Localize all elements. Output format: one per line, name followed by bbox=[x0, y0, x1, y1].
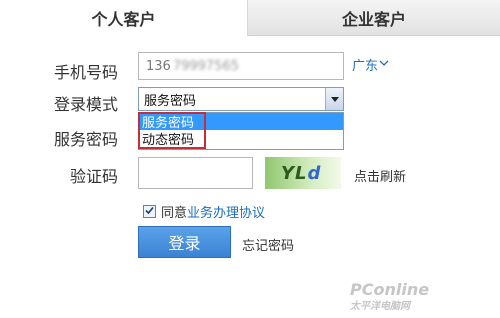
phone-prefix: 136 bbox=[146, 58, 171, 74]
agree-prefix: 同意 bbox=[161, 206, 188, 221]
agreement-link[interactable]: 业务办理协议 bbox=[187, 202, 265, 221]
region-label: 广东 bbox=[352, 59, 379, 74]
service-password-label: 服务密码 bbox=[53, 130, 118, 149]
captcha-label: 验证码 bbox=[69, 167, 118, 186]
login-mode-selected: 服务密码 bbox=[144, 93, 197, 109]
login-mode-options: 服务密码 动态密码 bbox=[138, 112, 344, 150]
region-selector[interactable]: 广东 bbox=[352, 55, 389, 74]
phone-label: 手机号码 bbox=[53, 63, 118, 82]
checkmark-icon bbox=[145, 206, 154, 218]
phone-input[interactable]: 136 79997565 bbox=[138, 52, 344, 80]
chevron-down-icon bbox=[379, 59, 389, 70]
login-mode-label: 登录模式 bbox=[53, 95, 118, 114]
tab-personal[interactable]: 个人客户 bbox=[0, 0, 248, 36]
login-mode-select[interactable]: 服务密码 bbox=[138, 87, 344, 111]
watermark-subtitle: 太平洋电脑网 bbox=[350, 301, 410, 312]
captcha-image[interactable]: YL d bbox=[265, 157, 341, 189]
tab-enterprise-label: 企业客户 bbox=[341, 9, 406, 29]
refresh-captcha-link[interactable]: 点击刷新 bbox=[354, 166, 406, 185]
captcha-input[interactable] bbox=[138, 157, 253, 189]
login-button[interactable]: 登录 bbox=[138, 226, 231, 258]
captcha-text-b: d bbox=[307, 162, 322, 184]
customer-tabs: 个人客户 企业客户 bbox=[0, 0, 500, 36]
option-dynamic-password[interactable]: 动态密码 bbox=[139, 130, 343, 148]
tab-enterprise[interactable]: 企业客户 bbox=[248, 0, 500, 36]
captcha-text-a: YL bbox=[281, 162, 308, 184]
option-service-password[interactable]: 服务密码 bbox=[139, 113, 343, 131]
login-button-label: 登录 bbox=[168, 234, 201, 253]
option-label: 动态密码 bbox=[142, 133, 195, 148]
forgot-password-link[interactable]: 忘记密码 bbox=[242, 235, 294, 254]
dropdown-arrow-icon[interactable] bbox=[325, 88, 343, 110]
pconline-watermark: PConline 太平洋电脑网 bbox=[350, 280, 495, 314]
phone-obscured-digits: 79997565 bbox=[172, 58, 239, 74]
agree-checkbox[interactable] bbox=[143, 205, 156, 218]
tab-personal-label: 个人客户 bbox=[91, 10, 156, 29]
agreement-row: 同意 业务办理协议 bbox=[143, 202, 265, 221]
